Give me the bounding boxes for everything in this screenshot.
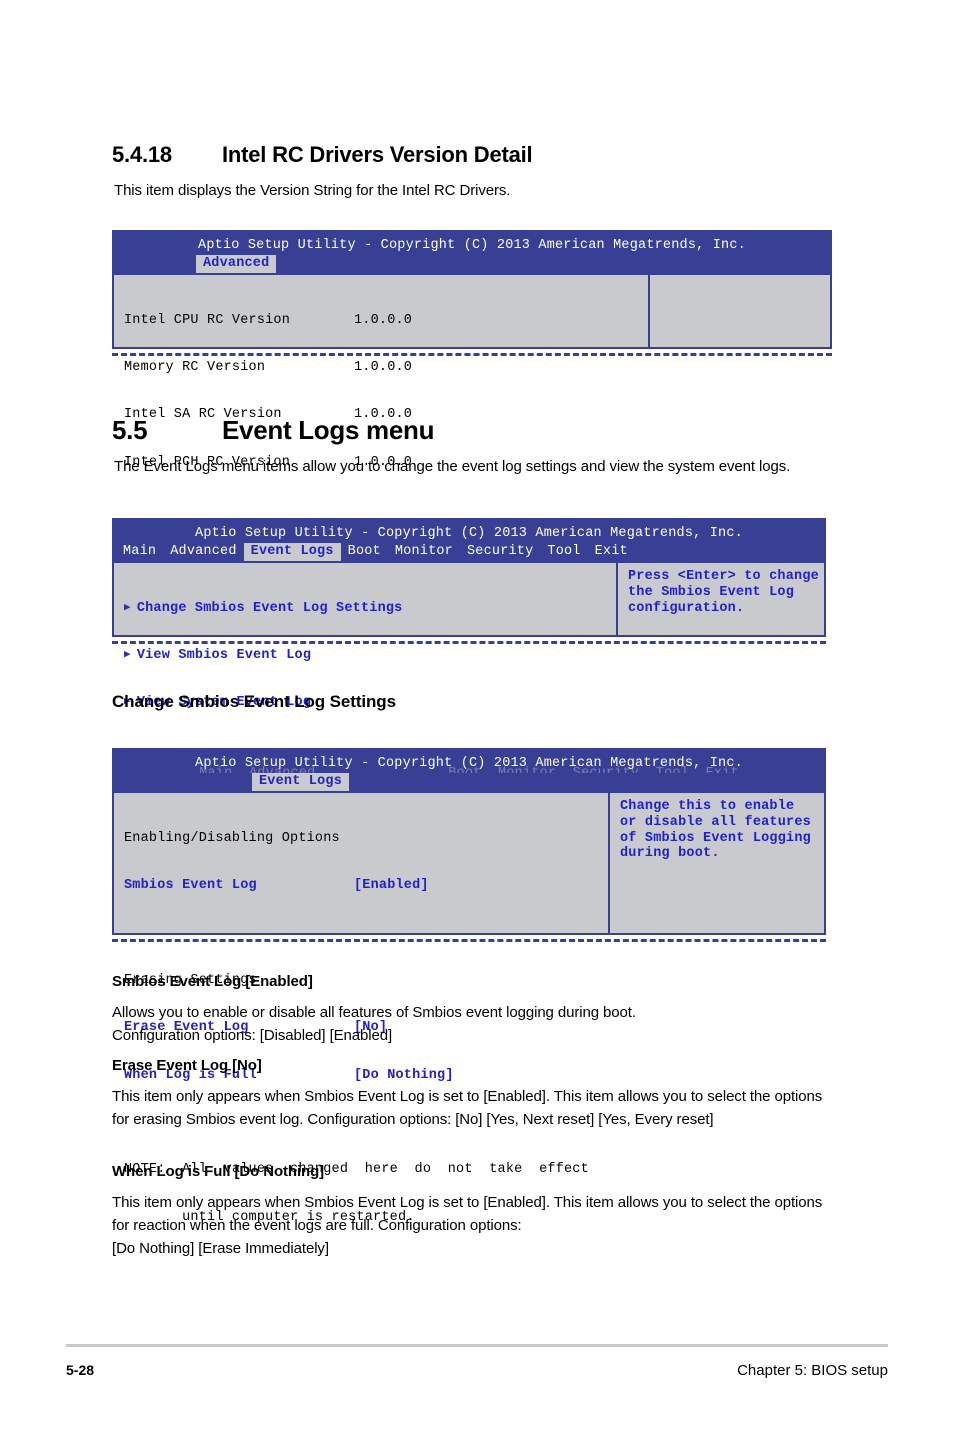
bios-screenshot-smbios-settings: Aptio Setup Utility - Copyright (C) 2013… [112, 748, 826, 1225]
bios-body-panel: Intel CPU RC Version 1.0.0.0 Memory RC V… [112, 273, 832, 470]
bios-screenshot-event-logs: Aptio Setup Utility - Copyright (C) 2013… [112, 518, 826, 710]
menu-item-change-smbios-event-log-settings[interactable]: ▶ Change Smbios Event Log Settings [124, 601, 608, 617]
bios-tab-main[interactable]: Main [116, 543, 163, 561]
heading-5-5: 5.5 Event Logs menu [112, 415, 872, 446]
menu-item-view-smbios-event-log[interactable]: ▶ View Smbios Event Log [124, 648, 608, 664]
row-value: 1.0.0.0 [354, 359, 413, 375]
document-page: 5.4.18 Intel RC Drivers Version Detail Th… [0, 0, 954, 1438]
item-paragraph-smbios-event-log: Allows you to enable or disable all feat… [112, 1004, 636, 1044]
row-value: 1.0.0.0 [354, 312, 413, 328]
bios-header-bar: Aptio Setup Utility - Copyright (C) 2013… [112, 748, 826, 773]
bios-body-panel: ▶ Change Smbios Event Log Settings ▶ Vie… [112, 561, 826, 710]
item-heading-erase-event-log: Erase Event Log [No] [112, 1057, 262, 1074]
bios-header-title: Aptio Setup Utility - Copyright (C) 2013… [195, 526, 743, 541]
footer-chapter-label: Chapter 5: BIOS setup [737, 1362, 888, 1379]
item-heading-when-log-is-full: When Log is Full [Do Nothing] [112, 1163, 325, 1180]
bios-tab-exit[interactable]: Exit [588, 543, 635, 561]
bios-tab-advanced[interactable]: Advanced [163, 543, 243, 561]
bios-screenshot-rc-versions: Aptio Setup Utility - Copyright (C) 2013… [112, 230, 832, 470]
paragraph-5-5: The Event Logs menu items allow you to c… [114, 458, 791, 475]
item-heading-smbios-event-log: Smbios Event Log [Enabled] [112, 973, 313, 990]
menu-item-label: Change Smbios Event Log Settings [136, 600, 403, 616]
footer-page-number: 5-28 [66, 1362, 95, 1378]
group-title-enabling-disabling-options: Enabling/Disabling Options [124, 830, 340, 846]
bios-header-bar: Aptio Setup Utility - Copyright (C) 2013… [112, 518, 826, 543]
bios-settings-list: Intel CPU RC Version 1.0.0.0 Memory RC V… [114, 275, 650, 470]
menu-item-label: View Smbios Event Log [136, 647, 312, 663]
bios-header-title: Aptio Setup Utility - Copyright (C) 2013… [195, 756, 743, 771]
row-label: Smbios Event Log [124, 877, 257, 893]
bios-tab-boot[interactable]: Boot [341, 543, 388, 561]
bios-row[interactable]: Memory RC Version 1.0.0.0 [124, 360, 640, 376]
bios-help-panel [650, 275, 864, 347]
bios-settings-list: Enabling/Disabling Options Smbios Event … [114, 793, 610, 1225]
row-label: Memory RC Version [124, 359, 266, 375]
bios-header-bar: Aptio Setup Utility - Copyright (C) 2013… [112, 230, 832, 255]
subheading-change-smbios-event-log-settings: Change Smbios Event Log Settings [112, 692, 396, 711]
heading-5-4-18-title: Intel RC Drivers Version Detail [222, 142, 533, 167]
item-paragraph-erase-event-log: This item only appears when Smbios Event… [112, 1088, 823, 1128]
bios-tabbar: Event Logs [112, 773, 826, 791]
bios-tab-event-logs[interactable]: Event Logs [243, 543, 341, 561]
bios-row-smbios-event-log[interactable]: Smbios Event Log [Enabled] [124, 878, 600, 894]
bios-tabbar: Main Advanced Event Logs Boot Monitor Se… [112, 543, 826, 561]
bios-header-title: Aptio Setup Utility - Copyright (C) 2013… [198, 238, 746, 253]
bios-help-panel: Change this to enable or disable all fea… [620, 799, 811, 862]
triangle-right-icon: ▶ [124, 601, 131, 614]
bios-tab-advanced[interactable]: Advanced [196, 255, 277, 273]
heading-5-5-number: 5.5 [112, 415, 148, 445]
bios-tab-monitor[interactable]: Monitor [388, 543, 460, 561]
bios-tabbar: Advanced [112, 255, 832, 273]
heading-5-4-18: 5.4.18 Intel RC Drivers Version Detail [112, 142, 872, 168]
triangle-right-icon: ▶ [124, 648, 131, 661]
bios-help-panel: Press <Enter> to change the Smbios Event… [628, 569, 819, 616]
footer-divider [66, 1344, 888, 1347]
row-label: Intel CPU RC Version [124, 312, 291, 328]
row-value: [Enabled] [354, 877, 429, 893]
bios-body-panel: Enabling/Disabling Options Smbios Event … [112, 791, 826, 1225]
heading-5-5-title: Event Logs menu [222, 415, 435, 445]
item-paragraph-when-log-is-full: This item only appears when Smbios Event… [112, 1194, 823, 1257]
bios-tab-tool[interactable]: Tool [540, 543, 587, 561]
heading-5-4-18-number: 5.4.18 [112, 142, 172, 167]
bios-tab-event-logs[interactable]: Event Logs [252, 773, 350, 791]
bios-tab-security[interactable]: Security [460, 543, 540, 561]
bios-row[interactable]: Intel CPU RC Version 1.0.0.0 [124, 313, 640, 329]
bios-menu-list: ▶ Change Smbios Event Log Settings ▶ Vie… [114, 563, 618, 710]
paragraph-5-4-18: This item displays the Version String fo… [114, 182, 511, 199]
